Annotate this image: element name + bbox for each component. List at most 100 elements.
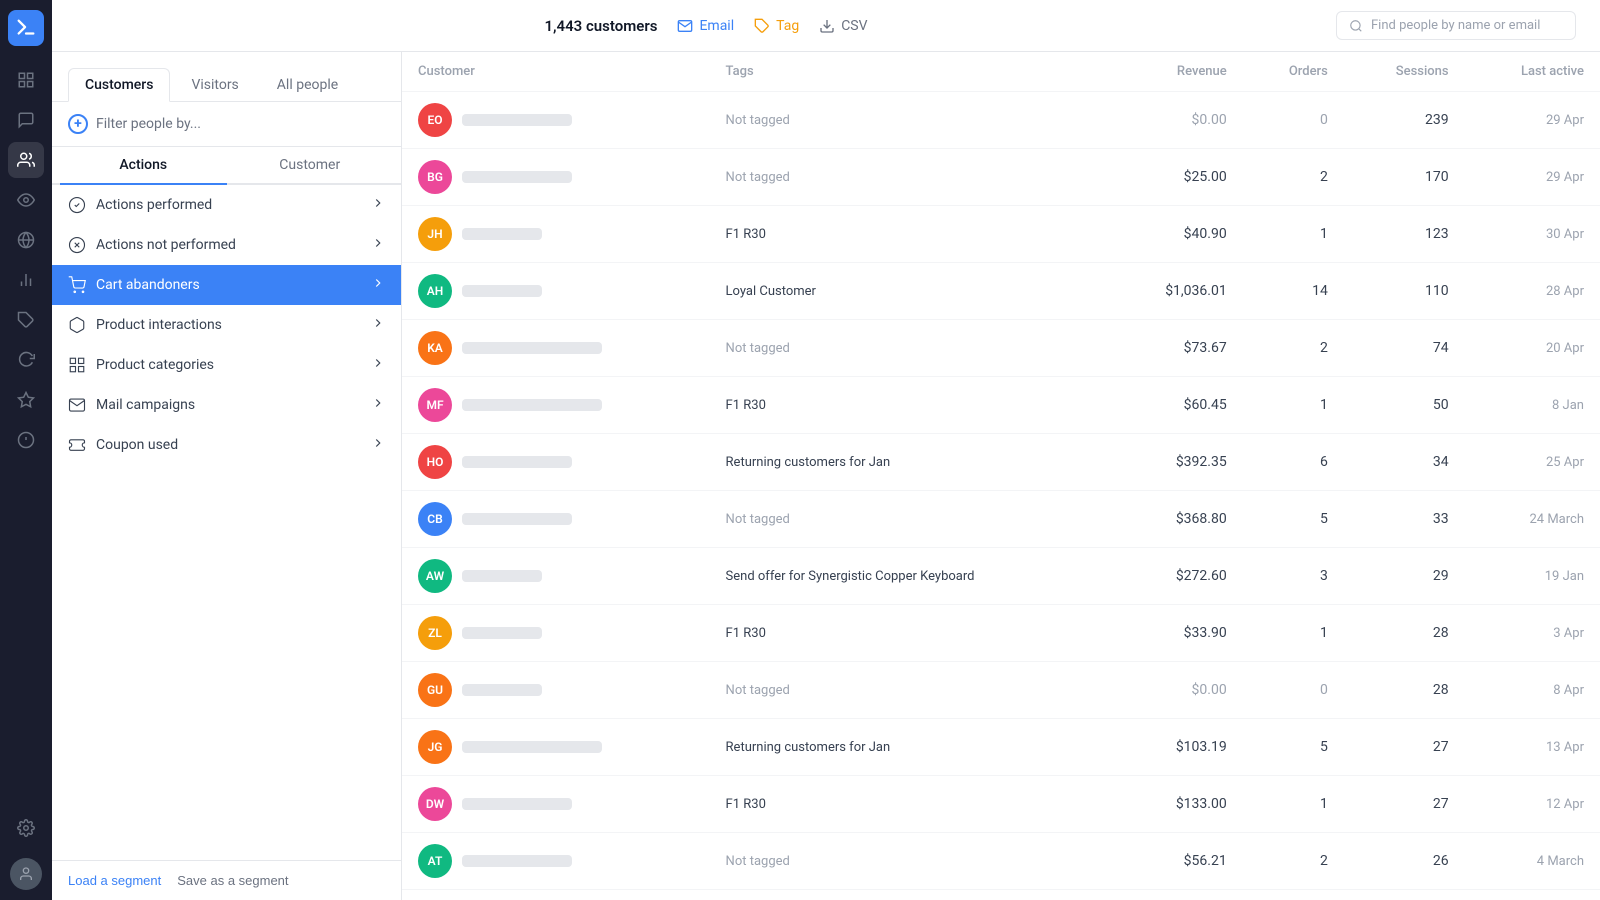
sidebar-item-reports[interactable] [8, 262, 44, 298]
csv-button[interactable]: CSV [819, 18, 867, 34]
menu-item-product-interactions[interactable]: Product interactions [52, 305, 401, 345]
filter-tabs: Actions Customer [52, 147, 401, 185]
customer-count: 1,443 customers [544, 17, 657, 35]
orders-value: 1 [1320, 625, 1328, 641]
tab-customer[interactable]: Customer [227, 147, 394, 185]
table-row[interactable]: AT Not tagged $56.21 2 26 4 March [402, 833, 1600, 890]
email-button[interactable]: Email [677, 18, 734, 34]
menu-item-actions-performed[interactable]: Actions performed [52, 185, 401, 225]
cell-tags: F1 R30 [710, 377, 1110, 434]
mail-icon [68, 396, 86, 414]
tag-value: F1 R30 [726, 398, 766, 413]
revenue-value: $0.00 [1192, 682, 1227, 698]
table-row[interactable]: BG Not tagged $25.00 2 170 29 Apr [402, 149, 1600, 206]
menu-item-coupon-used-label: Coupon used [96, 437, 178, 453]
cell-customer: BG [402, 149, 710, 206]
sidebar-item-tags[interactable] [8, 302, 44, 338]
revenue-value: $1,036.01 [1165, 283, 1227, 299]
table-row[interactable]: MF F1 R30 $60.45 1 50 8 Jan [402, 377, 1600, 434]
menu-item-coupon-used[interactable]: Coupon used [52, 425, 401, 465]
customer-name [462, 114, 572, 126]
menu-item-mail-campaigns[interactable]: Mail campaigns [52, 385, 401, 425]
menu-item-actions-not-performed[interactable]: Actions not performed [52, 225, 401, 265]
tab-customers[interactable]: Customers [68, 68, 170, 102]
segment-actions: Load a segment Save as a segment [52, 860, 401, 900]
avatar: AT [418, 844, 452, 878]
menu-item-product-categories[interactable]: Product categories [52, 345, 401, 385]
avatar: EO [418, 103, 452, 137]
sidebar-item-history[interactable] [8, 342, 44, 378]
revenue-value: $103.19 [1176, 739, 1227, 755]
revenue-value: $0.00 [1192, 112, 1227, 128]
tab-all-people[interactable]: All people [260, 68, 355, 101]
segment-tabs: Customers Visitors All people [52, 52, 401, 102]
table-row[interactable]: KA Not tagged $73.67 2 74 20 Apr [402, 320, 1600, 377]
cell-tags: F1 R30 [710, 206, 1110, 263]
revenue-value: $133.00 [1176, 796, 1227, 812]
table-row[interactable]: DW F1 R30 $133.00 1 27 12 Apr [402, 776, 1600, 833]
save-segment-button[interactable]: Save as a segment [177, 873, 288, 888]
app-logo[interactable] [8, 10, 44, 46]
cell-tags: Not tagged [710, 320, 1110, 377]
table-row[interactable]: ZL F1 R30 $33.90 1 28 3 Apr [402, 605, 1600, 662]
cell-last-active: 12 Apr [1465, 776, 1600, 833]
table-row[interactable]: CB Not tagged $368.80 5 33 24 March [402, 491, 1600, 548]
cell-tags: Returning customers for Jan [710, 434, 1110, 491]
search-bar[interactable]: Find people by name or email [1336, 11, 1576, 40]
col-sessions: Sessions [1344, 52, 1465, 92]
table-row[interactable]: EO Not tagged $0.00 0 239 29 Apr [402, 92, 1600, 149]
customer-name [462, 627, 542, 639]
sidebar-item-people[interactable] [8, 142, 44, 178]
cell-sessions: 74 [1344, 320, 1465, 377]
tag-value: F1 R30 [726, 626, 766, 641]
orders-value: 1 [1320, 796, 1328, 812]
cell-sessions: 34 [1344, 434, 1465, 491]
tag-value: Returning customers for Jan [726, 455, 891, 470]
avatar: BG [418, 160, 452, 194]
sidebar-item-alerts[interactable] [8, 422, 44, 458]
last-active-value: 12 Apr [1546, 797, 1584, 812]
cell-tags: Not tagged [710, 491, 1110, 548]
orders-value: 2 [1320, 169, 1328, 185]
table-row[interactable]: GU Not tagged $0.00 0 28 8 Apr [402, 662, 1600, 719]
filter-people-button[interactable]: + Filter people by... [52, 102, 401, 147]
cell-last-active: 20 Apr [1465, 320, 1600, 377]
table-row[interactable]: AH Loyal Customer $1,036.01 14 110 28 Ap… [402, 263, 1600, 320]
menu-item-cart-abandoners[interactable]: Cart abandoners [52, 265, 401, 305]
orders-value: 0 [1320, 112, 1328, 128]
user-avatar[interactable] [10, 858, 42, 890]
sessions-value: 123 [1425, 226, 1449, 242]
sidebar-item-campaigns[interactable] [8, 222, 44, 258]
revenue-value: $60.45 [1184, 397, 1227, 413]
cell-last-active: 24 March [1465, 491, 1600, 548]
sidebar-item-dashboard[interactable] [8, 62, 44, 98]
avatar: CB [418, 502, 452, 536]
avatar: JG [418, 730, 452, 764]
cell-orders: 0 [1243, 92, 1344, 149]
tab-visitors[interactable]: Visitors [174, 68, 255, 101]
sidebar-item-settings[interactable] [8, 810, 44, 846]
avatar: MF [418, 388, 452, 422]
table-row[interactable]: HO Returning customers for Jan $392.35 6… [402, 434, 1600, 491]
avatar: AH [418, 274, 452, 308]
sessions-value: 33 [1433, 511, 1449, 527]
table-row[interactable]: JG Returning customers for Jan $103.19 5… [402, 719, 1600, 776]
tab-actions[interactable]: Actions [60, 147, 227, 185]
cell-last-active: 3 Apr [1465, 605, 1600, 662]
sidebar-item-visitors[interactable] [8, 182, 44, 218]
sessions-value: 50 [1433, 397, 1449, 413]
cell-customer: EO [402, 92, 710, 149]
customers-table: Customer Tags Revenue Orders Sessions La… [402, 52, 1600, 890]
load-segment-button[interactable]: Load a segment [68, 873, 161, 888]
table-row[interactable]: JH F1 R30 $40.90 1 123 30 Apr [402, 206, 1600, 263]
sidebar-item-goals[interactable] [8, 382, 44, 418]
tag-value: Not tagged [726, 113, 790, 128]
chevron-right-icon-5 [371, 356, 385, 374]
table-row[interactable]: AW Send offer for Synergistic Copper Key… [402, 548, 1600, 605]
cell-tags: Not tagged [710, 149, 1110, 206]
sidebar-item-messages[interactable] [8, 102, 44, 138]
avatar: ZL [418, 616, 452, 650]
cell-orders: 2 [1243, 833, 1344, 890]
topbar: 1,443 customers Email Tag CSV Find peopl… [52, 0, 1600, 52]
tag-button[interactable]: Tag [754, 18, 799, 34]
